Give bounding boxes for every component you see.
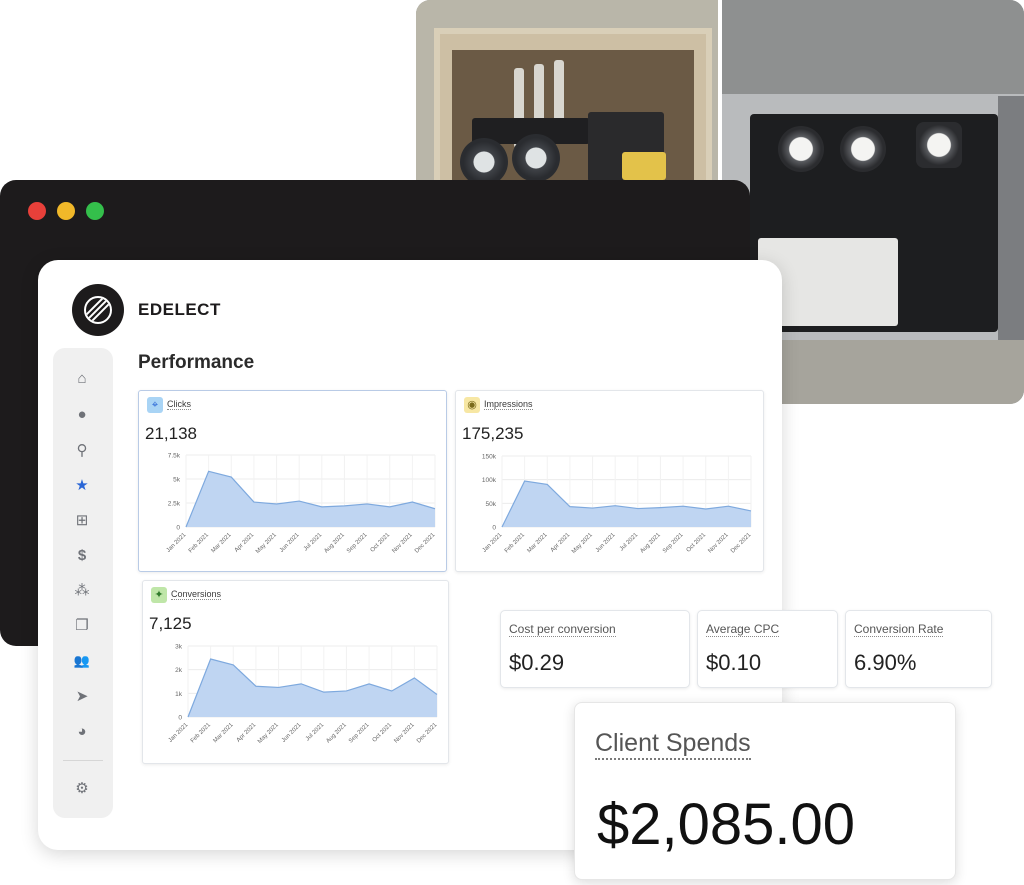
clicks-card[interactable]: ⌖ Clicks 21,138 0 2.5k 5k 7.5k Jan 2021 Feb 2… <box>138 390 447 572</box>
series-area <box>502 481 751 527</box>
series-area <box>186 471 435 527</box>
y-tick-label: 1k <box>175 691 183 698</box>
x-tick-label: May 2021 <box>571 532 594 555</box>
x-tick-label: Jan 2021 <box>168 722 190 744</box>
star-icon[interactable]: ★ <box>73 477 91 495</box>
impressions-chart: 0 50k 100k 150k Jan 2021 Feb 2021 Mar 2021 Apr … <box>482 454 753 556</box>
y-tick-label: 2k <box>175 667 183 674</box>
grid-icon[interactable]: ⊞ <box>73 512 91 530</box>
x-tick-label: Nov 2021 <box>393 722 416 745</box>
clicks-chart: 0 2.5k 5k 7.5k Jan 2021 Feb 2021 Mar 2021 Apr 2… <box>166 453 437 556</box>
settings-icon[interactable]: ⚙ <box>73 780 91 798</box>
conversion-rate-value: 6.90% <box>854 650 917 675</box>
x-tick-label: Jun 2021 <box>281 722 303 744</box>
home-icon[interactable]: ⌂ <box>73 370 91 388</box>
cost-per-conversion-label: Cost per conversion <box>509 622 616 637</box>
copy-icon[interactable]: ❐ <box>73 617 91 635</box>
average-cpc-card[interactable]: Average CPC $0.10 <box>697 610 838 688</box>
y-tick-label: 50k <box>486 501 497 508</box>
conversion-rate-card[interactable]: Conversion Rate 6.90% <box>845 610 992 688</box>
x-tick-label: Apr 2021 <box>234 532 256 554</box>
network-icon[interactable]: ⁂ <box>73 582 91 600</box>
client-spends-label: Client Spends <box>595 729 751 760</box>
y-tick-label: 5k <box>173 477 181 484</box>
brand-logo <box>72 284 124 336</box>
chat-icon[interactable]: ● <box>73 406 91 424</box>
x-tick-label: Aug 2021 <box>323 532 346 555</box>
client-spends-card[interactable]: Client Spends $2,085.00 <box>574 702 956 880</box>
conversion-rate-label: Conversion Rate <box>854 622 944 637</box>
x-tick-label: Sep 2021 <box>348 722 371 745</box>
x-tick-label: Oct 2021 <box>686 532 708 554</box>
x-tick-label: Mar 2021 <box>527 532 550 555</box>
brand-name: EDELECT <box>138 300 221 319</box>
window-minimize-button[interactable] <box>57 202 75 220</box>
y-tick-label: 0 <box>178 715 182 722</box>
x-tick-label: Sep 2021 <box>346 532 369 555</box>
x-tick-label: Aug 2021 <box>325 722 348 745</box>
window-close-button[interactable] <box>28 202 46 220</box>
dollar-icon[interactable]: $ <box>73 547 91 565</box>
sidebar-divider <box>63 760 103 761</box>
x-tick-label: Jan 2021 <box>166 532 188 554</box>
y-tick-label: 0 <box>176 525 180 532</box>
map-pin-icon[interactable]: ⚲ <box>73 442 91 460</box>
x-tick-label: Jul 2021 <box>619 532 640 553</box>
impressions-card[interactable]: ◉ Impressions 175,235 0 50k 100k 150k Jan 20… <box>455 390 764 572</box>
y-tick-label: 2.5k <box>168 501 181 508</box>
x-tick-label: Feb 2021 <box>188 532 211 555</box>
x-tick-label: Nov 2021 <box>707 532 730 555</box>
x-tick-label: Apr 2021 <box>236 722 258 744</box>
x-tick-label: May 2021 <box>257 722 280 745</box>
x-tick-label: Jul 2021 <box>305 722 326 743</box>
x-tick-label: Mar 2021 <box>213 722 236 745</box>
x-tick-label: Jul 2021 <box>303 532 324 553</box>
x-tick-label: Nov 2021 <box>391 532 414 555</box>
x-tick-label: Apr 2021 <box>550 532 572 554</box>
y-tick-label: 100k <box>482 477 497 484</box>
y-tick-label: 0 <box>492 525 496 532</box>
x-tick-label: Dec 2021 <box>414 532 437 555</box>
x-tick-label: Dec 2021 <box>416 722 439 745</box>
window-maximize-button[interactable] <box>86 202 104 220</box>
y-tick-label: 3k <box>175 644 183 651</box>
cost-per-conversion-value: $0.29 <box>509 650 565 675</box>
pie-chart-icon[interactable]: ◕ <box>73 723 91 741</box>
average-cpc-value: $0.10 <box>706 650 762 675</box>
x-tick-label: Sep 2021 <box>662 532 685 555</box>
x-tick-label: Feb 2021 <box>504 532 527 555</box>
x-tick-label: Jan 2021 <box>482 532 504 554</box>
x-tick-label: Dec 2021 <box>730 532 753 555</box>
y-tick-label: 7.5k <box>168 453 181 460</box>
x-tick-label: May 2021 <box>255 532 278 555</box>
page-title: Performance <box>138 352 255 373</box>
x-tick-label: Oct 2021 <box>370 532 392 554</box>
average-cpc-label: Average CPC <box>706 622 780 637</box>
conversions-card[interactable]: ✦ Conversions 7,125 0 1k 2k 3k Jan 2021 Feb 2… <box>142 580 449 764</box>
users-icon[interactable]: 👥 <box>73 652 91 670</box>
x-tick-label: Jun 2021 <box>595 532 617 554</box>
x-tick-label: Oct 2021 <box>372 722 394 744</box>
cost-per-conversion-card[interactable]: Cost per conversion $0.29 <box>500 610 690 688</box>
x-tick-label: Aug 2021 <box>639 532 662 555</box>
send-icon[interactable]: ➤ <box>73 688 91 706</box>
client-spends-value: $2,085.00 <box>597 792 856 857</box>
x-tick-label: Feb 2021 <box>190 722 213 745</box>
x-tick-label: Jun 2021 <box>279 532 301 554</box>
conversions-chart: 0 1k 2k 3k Jan 2021 Feb 2021 Mar 2021 Apr 2021 M… <box>168 644 439 746</box>
x-tick-label: Mar 2021 <box>211 532 234 555</box>
y-tick-label: 150k <box>482 454 497 461</box>
